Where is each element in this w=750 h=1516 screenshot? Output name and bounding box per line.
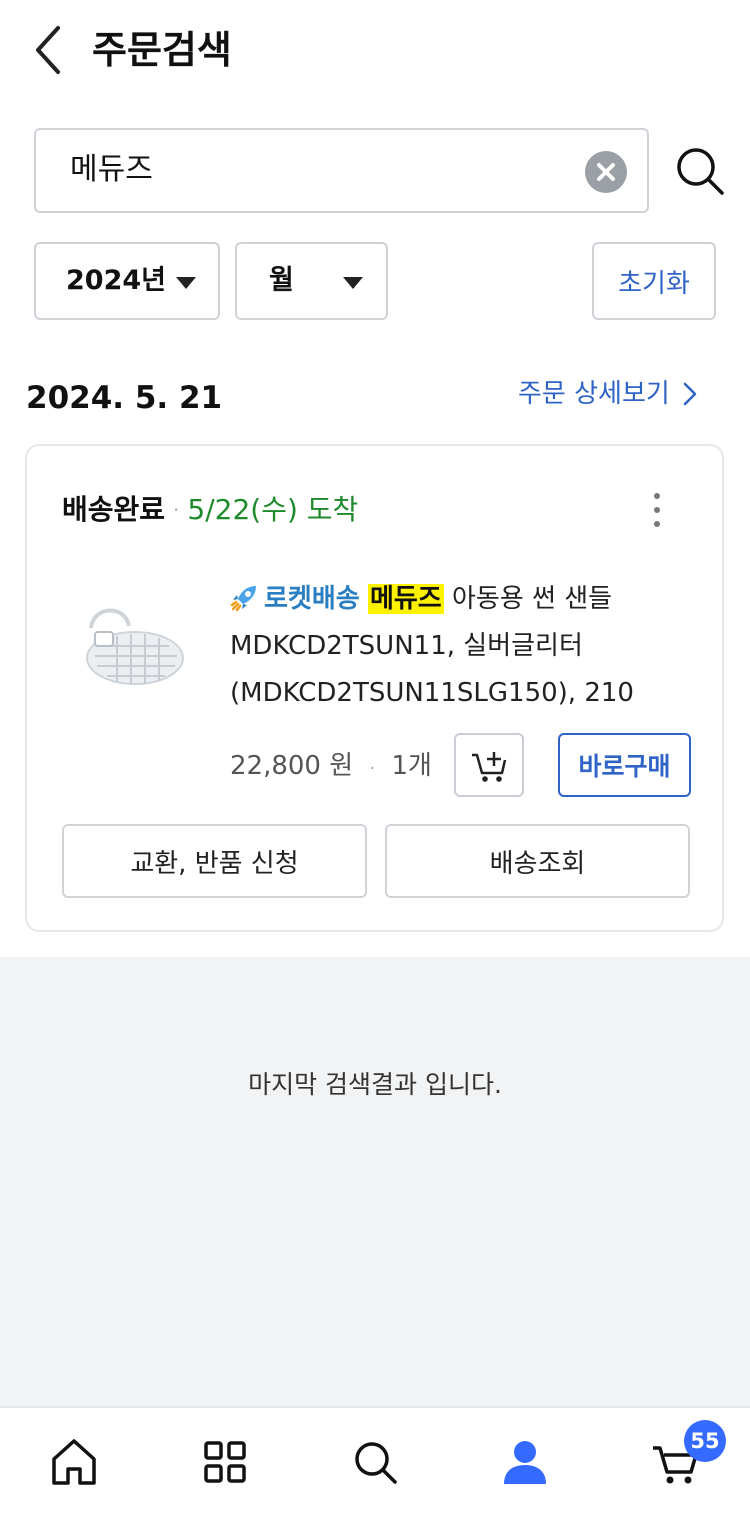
product-quantity: 1개 — [391, 751, 432, 781]
cart-count-badge: 55 — [684, 1420, 726, 1462]
buy-now-button[interactable]: 바로구매 — [558, 733, 691, 797]
header: 주문검색 — [0, 0, 750, 100]
caret-down-icon — [343, 277, 363, 289]
order-detail-label: 주문 상세보기 — [518, 379, 670, 409]
caret-down-icon — [176, 277, 196, 289]
brand-highlight: 메듀즈 — [367, 584, 444, 614]
end-of-results: 마지막 검색결과 입니다. — [0, 957, 750, 1406]
chevron-left-icon — [36, 26, 60, 74]
nav-category[interactable] — [195, 1432, 255, 1492]
separator-dot: · — [173, 498, 180, 522]
delivery-status: 배송완료 — [62, 493, 166, 526]
year-select[interactable]: 2024년 — [34, 242, 220, 320]
end-of-results-message: 마지막 검색결과 입니다. — [248, 1070, 502, 1099]
reset-button-label: 초기화 — [618, 268, 690, 299]
order-card: 배송완료 · 5/22(수) 도착 로켓배송 메듀즈 아동용 썬 샌들 MDKC… — [25, 444, 724, 932]
sandal-image — [86, 608, 184, 685]
separator-dot: · — [369, 758, 376, 779]
search-icon — [677, 148, 724, 195]
bottom-nav — [0, 1406, 750, 1516]
chevron-right-icon — [683, 382, 697, 406]
more-options-button[interactable] — [647, 490, 667, 530]
more-dot — [654, 521, 660, 527]
add-to-cart-button[interactable] — [454, 733, 524, 797]
month-select-value: 월 — [269, 265, 294, 296]
cart-plus-icon — [472, 752, 507, 782]
year-select-value: 2024년 — [66, 265, 166, 296]
search-button[interactable] — [674, 145, 726, 197]
home-icon — [52, 1439, 96, 1485]
search-query: 메듀즈 — [70, 152, 153, 187]
exchange-return-button[interactable]: 교환, 반품 신청 — [62, 824, 367, 898]
grid-icon — [204, 1441, 246, 1483]
rocket-icon — [230, 586, 256, 612]
nav-search[interactable] — [345, 1432, 405, 1492]
close-icon — [597, 163, 615, 181]
reset-button[interactable]: 초기화 — [592, 242, 716, 320]
order-detail-link[interactable]: 주문 상세보기 — [518, 374, 698, 414]
nav-my-page[interactable] — [495, 1432, 555, 1492]
page-title: 주문검색 — [92, 28, 232, 72]
product-title[interactable]: 로켓배송 메듀즈 아동용 썬 샌들 MDKCD2TSUN11, 실버글리터 (M… — [230, 576, 700, 717]
arrival-date: 5/22(수) 도착 — [187, 493, 359, 526]
search-icon — [355, 1442, 397, 1484]
back-button[interactable] — [28, 22, 72, 78]
order-date: 2024. 5. 21 — [26, 380, 223, 416]
clear-button[interactable] — [585, 151, 627, 193]
rocket-delivery-label: 로켓배송 — [264, 584, 360, 614]
more-dot — [654, 493, 660, 499]
price-row: 22,800 원 · 1개 — [230, 746, 432, 789]
track-delivery-button[interactable]: 배송조회 — [385, 824, 690, 898]
more-dot — [654, 507, 660, 513]
month-select[interactable]: 월 — [235, 242, 388, 320]
user-icon — [504, 1441, 546, 1484]
nav-home[interactable] — [44, 1432, 104, 1492]
product-thumbnail[interactable] — [77, 596, 187, 696]
product-price: 22,800 원 — [230, 751, 354, 781]
search-input[interactable]: 메듀즈 — [34, 128, 649, 213]
delivery-status-row: 배송완료 · 5/22(수) 도착 — [62, 490, 358, 530]
